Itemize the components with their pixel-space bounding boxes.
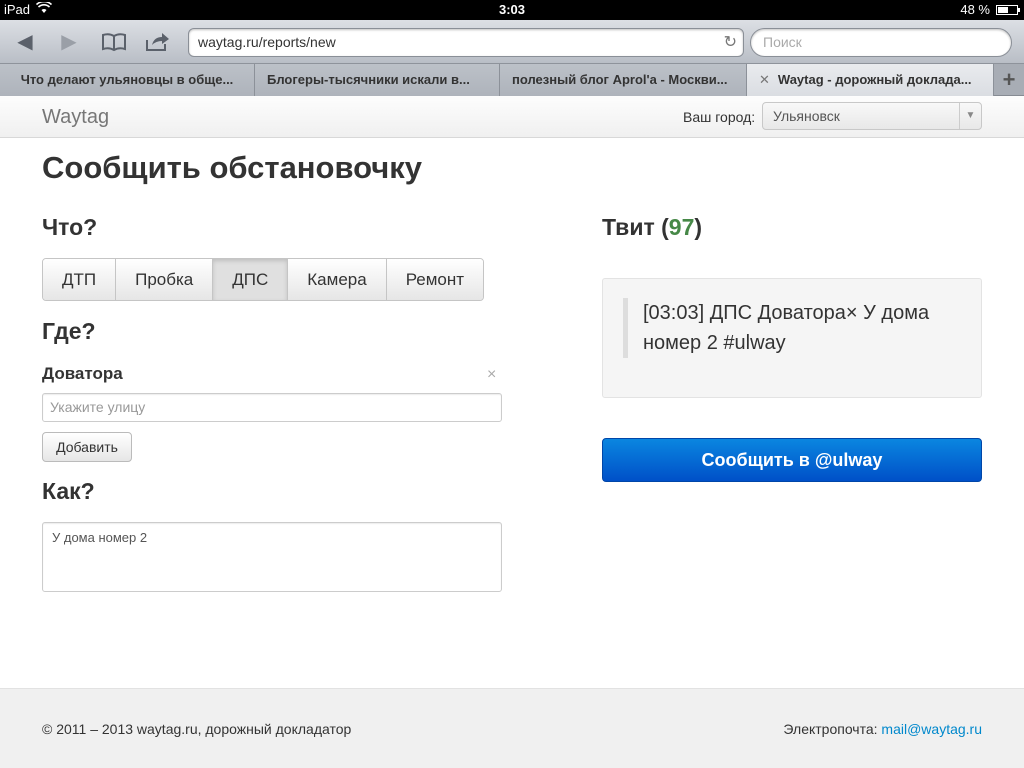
footer-copyright: © 2011 – 2013 waytag.ru, дорожный доклад… bbox=[42, 721, 352, 737]
type-button-probka[interactable]: Пробка bbox=[116, 259, 214, 300]
browser-tabs: Что делают ульяновцы в обще... Блогеры-т… bbox=[0, 64, 1024, 96]
description-text: У дома номер 2 bbox=[52, 530, 148, 545]
tab-2[interactable]: Блогеры-тысячники искали в... bbox=[255, 64, 500, 96]
status-right: 48 % bbox=[960, 2, 1020, 17]
site-navbar: Waytag Ваш город: Ульяновск ▼ bbox=[0, 96, 1024, 138]
tweet-char-count: 97 bbox=[668, 214, 695, 240]
how-heading: Как? bbox=[42, 478, 95, 504]
email-label: Электропочта: bbox=[783, 721, 878, 737]
back-arrow-icon[interactable]: ◀ bbox=[10, 28, 40, 56]
type-button-kamera[interactable]: Камера bbox=[288, 259, 387, 300]
chevron-down-icon: ▼ bbox=[959, 103, 981, 129]
incident-type-buttons: ДТП Пробка ДПС Камера Ремонт bbox=[42, 258, 485, 301]
tab-3[interactable]: полезный блог Aprol'а - Москви... bbox=[500, 64, 747, 96]
close-tab-icon[interactable]: ✕ bbox=[759, 72, 770, 87]
tab-title: полезный блог Aprol'а - Москви... bbox=[512, 72, 728, 87]
remove-street-icon[interactable]: × bbox=[487, 366, 496, 384]
city-value: Ульяновск bbox=[773, 108, 840, 124]
city-select[interactable]: Ульяновск ▼ bbox=[762, 102, 982, 130]
brand-logo[interactable]: Waytag bbox=[42, 106, 109, 129]
type-button-remont[interactable]: Ремонт bbox=[386, 259, 484, 300]
type-button-dtp[interactable]: ДТП bbox=[43, 259, 117, 300]
ios-status-bar: iPad 3:03 48 % bbox=[0, 0, 1024, 20]
share-icon[interactable] bbox=[142, 28, 172, 56]
tweet-heading-label: Твит bbox=[602, 214, 655, 240]
status-time: 3:03 bbox=[498, 2, 526, 17]
tab-title: Что делают ульяновцы в обще... bbox=[20, 72, 234, 87]
email-link[interactable]: mail@waytag.ru bbox=[881, 721, 982, 737]
tab-1[interactable]: Что делают ульяновцы в обще... bbox=[0, 64, 255, 96]
what-heading: Что? bbox=[42, 214, 98, 240]
bookmarks-icon[interactable] bbox=[99, 28, 129, 56]
browser-toolbar: ◀ ▶ waytag.ru/reports/new ↻ Поиск bbox=[0, 20, 1024, 64]
description-textarea[interactable]: У дома номер 2 bbox=[42, 522, 502, 592]
reload-icon[interactable]: ↻ bbox=[724, 29, 737, 56]
battery-percent: 48 % bbox=[960, 2, 990, 17]
search-field[interactable]: Поиск bbox=[750, 28, 1012, 57]
city-label: Ваш город: bbox=[683, 109, 756, 125]
street-input[interactable]: Укажите улицу bbox=[42, 393, 502, 422]
add-street-button[interactable]: Добавить bbox=[42, 432, 132, 462]
page-title: Сообщить обстановочку bbox=[42, 150, 423, 185]
new-tab-plus-icon[interactable]: + bbox=[994, 64, 1024, 96]
tab-4-active[interactable]: ✕ Waytag - дорожный доклада... bbox=[747, 64, 994, 96]
tab-title: Waytag - дорожный доклада... bbox=[777, 72, 972, 87]
address-url: waytag.ru/reports/new bbox=[198, 34, 336, 50]
forward-arrow-icon[interactable]: ▶ bbox=[54, 28, 84, 56]
tweet-preview-box: [03:03] ДПС Доватора× У дома номер 2 #ul… bbox=[602, 278, 982, 398]
selected-street: Доватора bbox=[42, 364, 123, 383]
where-heading: Где? bbox=[42, 318, 96, 344]
footer-email: Электропочта: mail@waytag.ru bbox=[783, 721, 982, 737]
type-button-dps[interactable]: ДПС bbox=[213, 259, 289, 300]
footer: © 2011 – 2013 waytag.ru, дорожный доклад… bbox=[0, 688, 1024, 768]
tweet-heading: Твит (97) bbox=[602, 214, 703, 240]
tab-title: Блогеры-тысячники искали в... bbox=[267, 72, 470, 87]
battery-icon bbox=[996, 4, 1020, 15]
tweet-preview-text: [03:03] ДПС Доватора× У дома номер 2 #ul… bbox=[623, 298, 963, 358]
street-placeholder: Укажите улицу bbox=[50, 399, 146, 415]
submit-report-button[interactable]: Сообщить в @ulway bbox=[602, 438, 982, 482]
search-placeholder: Поиск bbox=[763, 34, 802, 50]
address-bar[interactable]: waytag.ru/reports/new ↻ bbox=[188, 28, 744, 57]
